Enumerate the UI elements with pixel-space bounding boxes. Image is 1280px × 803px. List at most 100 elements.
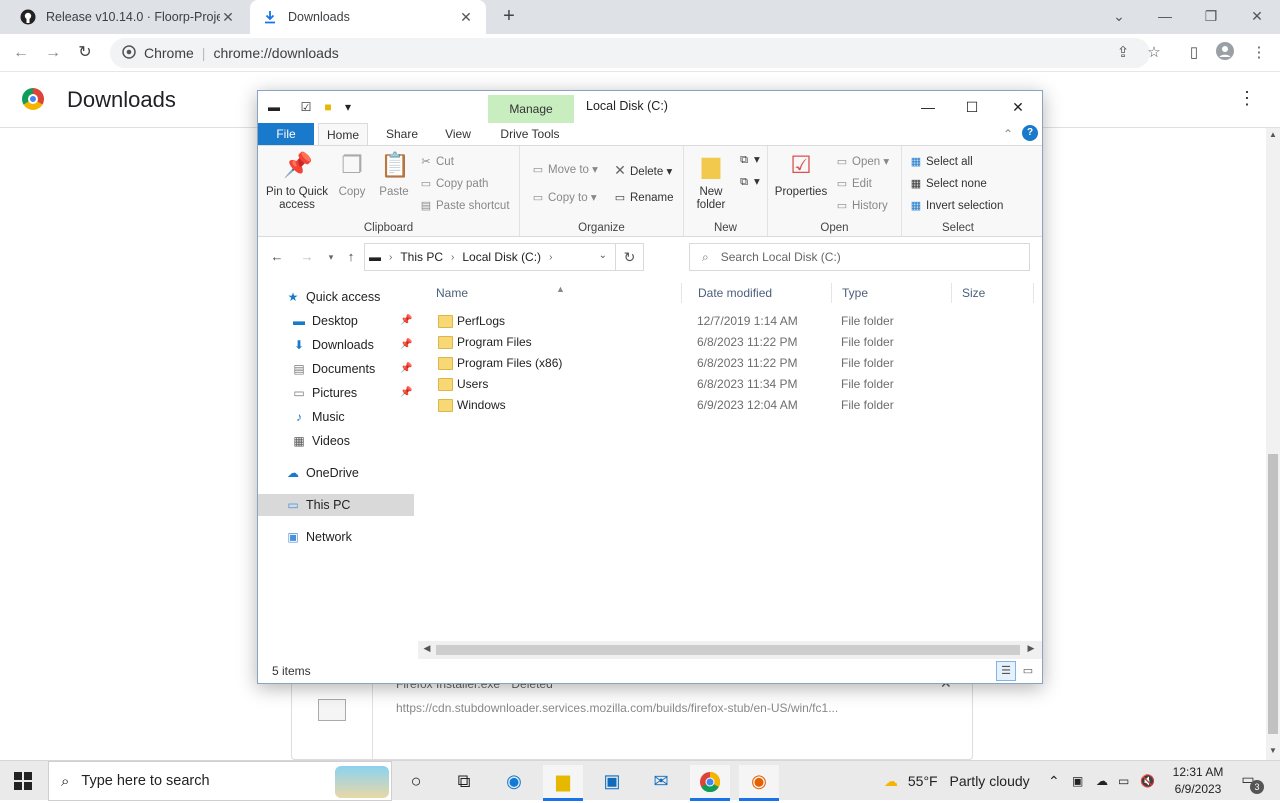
new-folder-button[interactable]: ▆ New folder: [686, 150, 736, 212]
bookmark-star-icon[interactable]: ☆: [1143, 42, 1165, 64]
tab-file[interactable]: File: [258, 123, 314, 145]
nav-videos[interactable]: ▦ Videos: [258, 430, 414, 452]
invert-selection-button[interactable]: ▦ Invert selection: [908, 196, 1004, 216]
pin-icon[interactable]: 📌: [400, 382, 412, 404]
manage-context-tab[interactable]: Manage: [488, 95, 574, 123]
table-row[interactable]: Program Files 6/8/2023 11:22 PM File fol…: [426, 332, 1034, 353]
scrollbar-thumb[interactable]: [1268, 454, 1278, 734]
windows-start-icon[interactable]: [14, 772, 32, 790]
cortana-icon[interactable]: ○: [396, 765, 436, 801]
delete-button[interactable]: ✕ Delete ▾: [612, 160, 672, 180]
refresh-icon[interactable]: ↻: [615, 244, 643, 270]
scroll-left-icon[interactable]: ◀: [420, 643, 434, 654]
column-type[interactable]: Type: [832, 283, 952, 303]
minimize-icon[interactable]: —: [1142, 0, 1188, 34]
column-date-modified[interactable]: Date modified: [688, 283, 832, 303]
mail-icon[interactable]: ✉: [641, 765, 681, 801]
copy-path-button[interactable]: ▭ Copy path: [418, 174, 489, 194]
scroll-up-icon[interactable]: ▲: [1268, 130, 1278, 139]
profile-avatar-icon[interactable]: [1214, 42, 1236, 64]
task-view-icon[interactable]: ⧉: [444, 765, 484, 801]
volume-muted-icon[interactable]: 🔇: [1140, 761, 1155, 801]
history-button[interactable]: ▭ History: [834, 196, 888, 216]
collapse-ribbon-icon[interactable]: ⌃: [1000, 123, 1016, 145]
firefox-taskbar-icon[interactable]: ◉: [739, 765, 779, 801]
meet-now-icon[interactable]: ▣: [1072, 761, 1083, 801]
chrome-taskbar-icon[interactable]: [690, 765, 730, 801]
tab-share[interactable]: Share: [378, 123, 426, 145]
move-to-button[interactable]: ▭ Move to ▾: [530, 160, 598, 180]
store-icon[interactable]: ▣: [592, 765, 632, 801]
tab-search-chevron-icon[interactable]: ⌄: [1096, 0, 1142, 34]
nav-desktop[interactable]: ▬ Desktop 📌: [258, 310, 414, 332]
rename-button[interactable]: ▭ Rename: [612, 188, 674, 208]
properties-qat-icon[interactable]: ☑: [298, 99, 314, 115]
tab-downloads[interactable]: Downloads ✕: [250, 0, 486, 34]
explorer-search-box[interactable]: ⌕ Search Local Disk (C:): [689, 243, 1030, 271]
nav-music[interactable]: ♪ Music: [258, 406, 414, 428]
breadcrumb-this-pc[interactable]: This PC: [400, 250, 443, 264]
share-icon[interactable]: ⇪: [1112, 42, 1134, 64]
nav-pictures[interactable]: ▭ Pictures 📌: [258, 382, 414, 404]
table-row[interactable]: Users 6/8/2023 11:34 PM File folder: [426, 374, 1034, 395]
qat-dropdown-icon[interactable]: ▾: [340, 99, 356, 115]
help-icon[interactable]: ?: [1022, 125, 1038, 141]
tab-close-icon[interactable]: ✕: [458, 9, 474, 26]
tab-drive-tools[interactable]: Drive Tools: [490, 123, 570, 145]
tab-floorp-release[interactable]: Release v10.14.0 · Floorp-Projects ✕: [8, 0, 248, 34]
explorer-back-icon[interactable]: ←: [268, 248, 286, 266]
explorer-address-bar[interactable]: ▬ › This PC › Local Disk (C:) › ⌄ ↻: [364, 243, 644, 271]
close-icon[interactable]: ✕: [1234, 0, 1280, 34]
nav-network[interactable]: ▣ Network: [258, 526, 414, 548]
tab-view[interactable]: View: [436, 123, 480, 145]
side-panel-icon[interactable]: ▯: [1183, 42, 1205, 64]
nav-this-pc[interactable]: ▭ This PC: [258, 494, 414, 516]
details-view-icon[interactable]: ☰: [996, 661, 1016, 681]
table-row[interactable]: Windows 6/9/2023 12:04 AM File folder: [426, 395, 1034, 416]
downloads-menu-icon[interactable]: ⋮: [1238, 88, 1256, 109]
nav-quick-access[interactable]: ★ Quick access: [258, 286, 414, 308]
explorer-maximize-icon[interactable]: ☐: [952, 95, 992, 119]
select-all-button[interactable]: ▦ Select all: [908, 152, 973, 172]
scroll-down-icon[interactable]: ▼: [1268, 746, 1278, 755]
pin-quick-access-button[interactable]: 📌 Pin to Quick access: [262, 150, 332, 212]
network-tray-icon[interactable]: ▭: [1118, 761, 1129, 801]
new-tab-button[interactable]: +: [498, 6, 520, 28]
explorer-close-icon[interactable]: ✕: [998, 95, 1038, 119]
new-item-button[interactable]: ⧉ ▾: [736, 150, 760, 170]
chrome-menu-icon[interactable]: ⋮: [1248, 42, 1270, 64]
paste-shortcut-button[interactable]: ▤ Paste shortcut: [418, 196, 510, 216]
column-name[interactable]: Name ▲: [426, 283, 682, 303]
forward-arrow-icon[interactable]: →: [40, 40, 66, 66]
paste-button[interactable]: 📋 Paste: [374, 150, 414, 199]
properties-button[interactable]: ☑ Properties: [772, 150, 830, 199]
pin-icon[interactable]: 📌: [400, 310, 412, 332]
horizontal-scroll-thumb[interactable]: [436, 645, 1020, 655]
taskbar-clock[interactable]: 12:31 AM 6/9/2023: [1168, 764, 1228, 798]
weather-widget[interactable]: ☁ 55°F Partly cloudy: [884, 761, 1030, 801]
address-bar[interactable]: Chrome | chrome://downloads: [110, 38, 1150, 68]
reload-icon[interactable]: ↻: [72, 40, 98, 66]
pin-icon[interactable]: 📌: [400, 334, 412, 356]
nav-onedrive[interactable]: ☁ OneDrive: [258, 462, 414, 484]
breadcrumb-arrow-icon[interactable]: ›: [549, 252, 552, 263]
address-dropdown-icon[interactable]: ⌄: [599, 250, 607, 261]
explorer-forward-icon[interactable]: →: [298, 248, 316, 266]
onedrive-tray-icon[interactable]: ☁: [1096, 761, 1108, 801]
page-scrollbar[interactable]: ▲ ▼: [1266, 128, 1280, 760]
breadcrumb-local-disk[interactable]: Local Disk (C:): [462, 250, 541, 264]
pin-icon[interactable]: 📌: [400, 358, 412, 380]
easy-access-button[interactable]: ⧉ ▾: [736, 172, 760, 192]
open-button[interactable]: ▭ Open ▾: [834, 152, 889, 172]
copy-button[interactable]: ❐ Copy: [334, 150, 370, 199]
explorer-app-icon[interactable]: ▬: [266, 99, 282, 115]
taskbar-search-box[interactable]: ⌕ Type here to search: [48, 761, 392, 801]
download-url[interactable]: https://cdn.stubdownloader.services.mozi…: [396, 701, 838, 715]
select-none-button[interactable]: ▦ Select none: [908, 174, 987, 194]
back-arrow-icon[interactable]: ←: [8, 40, 34, 66]
scroll-right-icon[interactable]: ▶: [1024, 643, 1038, 654]
edit-button[interactable]: ▭ Edit: [834, 174, 872, 194]
up-arrow-icon[interactable]: ↑: [342, 248, 360, 266]
table-row[interactable]: PerfLogs 12/7/2019 1:14 AM File folder: [426, 311, 1034, 332]
copy-to-button[interactable]: ▭ Copy to ▾: [530, 188, 597, 208]
